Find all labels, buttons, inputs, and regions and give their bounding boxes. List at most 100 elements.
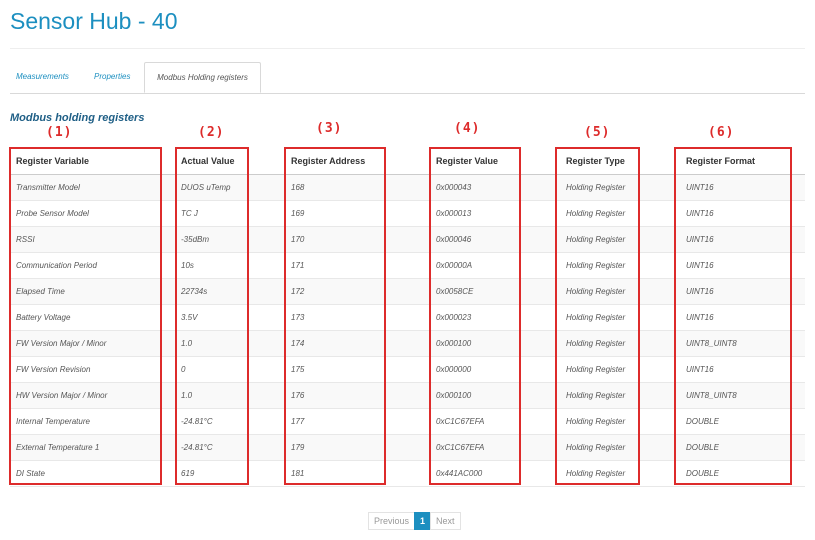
cell-register-format: UINT16 (680, 252, 805, 279)
cell-register-format: DOUBLE (680, 434, 805, 461)
cell-register-variable: External Temperature 1 (10, 434, 175, 461)
cell-register-variable: Elapsed Time (10, 278, 175, 305)
cell-register-address: 172 (285, 278, 430, 305)
cell-register-address: 171 (285, 252, 430, 279)
annotation-label-6: (6) (708, 125, 735, 140)
cell-register-type: Holding Register (560, 304, 680, 331)
table-row: Communication Period 10s 171 0x00000A Holdin… (10, 252, 805, 279)
cell-register-type: Holding Register (560, 252, 680, 279)
table-row: Battery Voltage 3.5V 173 0x000023 Holding Re… (10, 304, 805, 331)
cell-actual-value: DUOS uTemp (175, 174, 285, 201)
cell-register-address: 174 (285, 330, 430, 357)
cell-register-type: Holding Register (560, 382, 680, 409)
cell-register-variable: RSSI (10, 226, 175, 253)
annotation-label-2: (2) (198, 125, 225, 140)
cell-register-variable: Battery Voltage (10, 304, 175, 331)
cell-actual-value: 0 (175, 356, 285, 383)
column-header-register-address: Register Address (285, 148, 430, 175)
pagination-page-1-button[interactable]: 1 (414, 512, 432, 530)
cell-register-value: 0xC1C67EFA (430, 434, 560, 461)
cell-register-value: 0x000013 (430, 200, 560, 227)
cell-register-variable: Transmitter Model (10, 174, 175, 201)
cell-register-variable: Communication Period (10, 252, 175, 279)
cell-register-address: 175 (285, 356, 430, 383)
cell-register-format: UINT16 (680, 278, 805, 305)
cell-register-variable: HW Version Major / Minor (10, 382, 175, 409)
cell-register-address: 169 (285, 200, 430, 227)
cell-register-format: UINT16 (680, 174, 805, 201)
column-header-register-value: Register Value (430, 148, 560, 175)
cell-register-variable: Internal Temperature (10, 408, 175, 435)
cell-actual-value: TC J (175, 200, 285, 227)
page-title: Sensor Hub - 40 (10, 8, 178, 34)
cell-register-value: 0x000100 (430, 382, 560, 409)
cell-register-type: Holding Register (560, 434, 680, 461)
annotation-label-5: (5) (584, 125, 611, 140)
section-title: Modbus holding registers (10, 112, 145, 124)
cell-register-type: Holding Register (560, 356, 680, 383)
cell-actual-value: 3.5V (175, 304, 285, 331)
table-row: Probe Sensor Model TC J 169 0x000013 Holding… (10, 200, 805, 227)
tab-bar: Measurements Properties Modbus Holding r… (10, 62, 805, 94)
cell-register-address: 176 (285, 382, 430, 409)
tab-measurements[interactable]: Measurements (10, 62, 82, 92)
cell-register-format: UINT16 (680, 304, 805, 331)
cell-actual-value: 10s (175, 252, 285, 279)
cell-register-address: 179 (285, 434, 430, 461)
cell-register-value: 0x441AC000 (430, 460, 560, 487)
annotation-label-3: (3) (316, 121, 343, 136)
cell-actual-value: 1.0 (175, 330, 285, 357)
table-row: Elapsed Time 22734s 172 0x0058CE Holding Reg… (10, 278, 805, 305)
cell-register-format: UINT16 (680, 200, 805, 227)
cell-register-type: Holding Register (560, 174, 680, 201)
cell-actual-value: 1.0 (175, 382, 285, 409)
table-row: FW Version Major / Minor 1.0 174 0x000100 Ho… (10, 330, 805, 357)
table-row: External Temperature 1 -24.81°C 179 0xC1C67… (10, 434, 805, 461)
cell-actual-value: 619 (175, 460, 285, 487)
cell-register-value: 0x000046 (430, 226, 560, 253)
cell-register-address: 170 (285, 226, 430, 253)
cell-register-variable: FW Version Major / Minor (10, 330, 175, 357)
tab-modbus-holding-registers[interactable]: Modbus Holding registers (144, 62, 261, 93)
cell-register-variable: Probe Sensor Model (10, 200, 175, 227)
cell-register-format: DOUBLE (680, 460, 805, 487)
column-header-actual-value: Actual Value (175, 148, 285, 175)
table-body: Transmitter Model DUOS uTemp 168 0x000043 Ho… (10, 174, 805, 487)
cell-register-address: 173 (285, 304, 430, 331)
cell-register-type: Holding Register (560, 330, 680, 357)
cell-register-value: 0x000000 (430, 356, 560, 383)
cell-register-value: 0x000043 (430, 174, 560, 201)
title-divider (10, 48, 805, 49)
cell-actual-value: -24.81°C (175, 434, 285, 461)
cell-register-format: UINT16 (680, 226, 805, 253)
cell-register-value: 0x00000A (430, 252, 560, 279)
column-header-register-variable: Register Variable (10, 148, 175, 175)
column-header-register-format: Register Format (680, 148, 805, 175)
cell-register-format: UINT8_UINT8 (680, 330, 805, 357)
table-row: Transmitter Model DUOS uTemp 168 0x000043 Ho… (10, 174, 805, 201)
table-row: RSSI -35dBm 170 0x000046 Holding Register UIN… (10, 226, 805, 253)
cell-register-type: Holding Register (560, 408, 680, 435)
table-row: HW Version Major / Minor 1.0 176 0x000100 Ho… (10, 382, 805, 409)
pagination: Previous 1 Next (368, 512, 461, 530)
annotation-label-1: (1) (46, 125, 73, 140)
cell-register-format: DOUBLE (680, 408, 805, 435)
tab-properties[interactable]: Properties (88, 62, 146, 92)
column-header-register-type: Register Type (560, 148, 680, 175)
pagination-previous-button[interactable]: Previous (368, 512, 416, 530)
cell-register-address: 168 (285, 174, 430, 201)
table-row: FW Version Revision 0 175 0x000000 Holding R… (10, 356, 805, 383)
cell-register-value: 0x0058CE (430, 278, 560, 305)
table-row: Internal Temperature -24.81°C 177 0xC1C67EF… (10, 408, 805, 435)
cell-actual-value: 22734s (175, 278, 285, 305)
cell-register-format: UINT8_UINT8 (680, 382, 805, 409)
cell-register-variable: DI State (10, 460, 175, 487)
pagination-next-button[interactable]: Next (430, 512, 461, 530)
cell-register-type: Holding Register (560, 278, 680, 305)
registers-table: Register Variable Actual Value Register … (10, 148, 805, 487)
cell-register-address: 181 (285, 460, 430, 487)
cell-register-address: 177 (285, 408, 430, 435)
cell-register-value: 0x000023 (430, 304, 560, 331)
table-header-row: Register Variable Actual Value Register … (10, 148, 805, 175)
cell-actual-value: -35dBm (175, 226, 285, 253)
